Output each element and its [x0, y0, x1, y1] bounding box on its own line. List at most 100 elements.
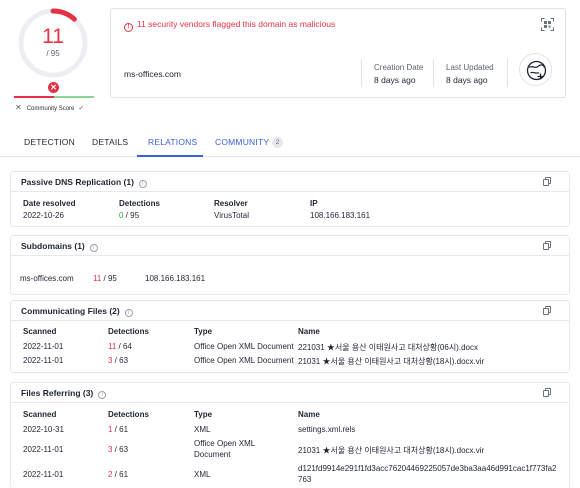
domain-icon — [519, 53, 552, 86]
column-header: Name — [298, 410, 320, 419]
section-title-text: Communicating Files (2) — [21, 306, 120, 316]
tab-bar: DETECTION DETAILS RELATIONS COMMUNITY 2 — [0, 131, 580, 157]
file-type: Office Open XML Document — [194, 439, 255, 459]
detections-total: / 95 — [101, 274, 117, 283]
copy-icon[interactable] — [543, 388, 552, 397]
community-score-label: Community Score — [26, 106, 75, 112]
alert-text: 11 security vendors flagged this domain … — [137, 19, 336, 29]
community-score-bad-segment — [14, 96, 54, 98]
qr-code-icon[interactable] — [541, 18, 554, 31]
file-name-link[interactable]: settings.xml.rels — [298, 425, 355, 434]
subdomain-link[interactable]: ms-offices.com — [20, 274, 74, 283]
detections: 2 / 61 — [108, 470, 128, 479]
fingerprint-icon — [526, 60, 547, 81]
detections-total: / 61 — [112, 425, 129, 434]
domain-name: ms-offices.com — [124, 69, 181, 79]
column-header: Detections — [108, 410, 149, 419]
subdomains-section: Subdomains (1) i ms-offices.com 11 / 95 1… — [10, 235, 570, 295]
section-header: Passive DNS Replication (1) i — [11, 172, 569, 192]
copy-icon[interactable] — [543, 306, 552, 315]
info-icon[interactable]: i — [89, 244, 98, 252]
divider — [433, 59, 434, 87]
community-score-bar — [14, 96, 94, 98]
column-header: IP — [310, 199, 318, 208]
passive-dns-section: Passive DNS Replication (1) i Date resolv… — [10, 171, 570, 227]
section-header: Communicating Files (2) i — [11, 301, 569, 321]
column-header: Resolver — [214, 199, 248, 208]
section-title-text: Subdomains (1) — [21, 241, 85, 251]
detections: 3 / 63 — [108, 445, 128, 454]
tab-community[interactable]: COMMUNITY 2 — [215, 137, 284, 148]
section-title: Communicating Files (2) i — [21, 306, 133, 317]
info-icon[interactable]: i — [98, 391, 107, 399]
creation-date-label: Creation Date — [374, 63, 424, 72]
scanned-date: 2022-10-31 — [23, 425, 64, 434]
tab-community-label: COMMUNITY — [215, 137, 270, 147]
info-icon[interactable]: i — [124, 309, 133, 317]
scanned-date: 2022-11-01 — [23, 470, 64, 479]
detections: 11 / 64 — [108, 342, 132, 351]
detections-total: / 61 — [112, 470, 129, 479]
scanned-date: 2022-11-01 — [23, 342, 64, 351]
column-header: Date resolved — [23, 199, 76, 208]
section-header: Subdomains (1) i — [11, 236, 569, 256]
file-name-link[interactable]: d121fd9914e291f1fd3acc76204469225057de3b… — [298, 463, 560, 485]
column-header: Type — [194, 410, 213, 419]
detections-total: / 95 — [123, 211, 140, 220]
detections: 1 / 61 — [108, 425, 128, 434]
section-title: Passive DNS Replication (1) i — [21, 177, 147, 188]
section-header: Files Referring (3) i — [11, 383, 569, 403]
detections-total: / 63 — [112, 356, 129, 365]
community-count-badge: 2 — [272, 137, 284, 148]
section-title-text: Files Referring (3) — [21, 388, 94, 398]
creation-date-value: 8 days ago — [374, 75, 416, 85]
files-referring-section: Files Referring (3) i Scanned Detections … — [10, 382, 570, 488]
column-header: Detections — [108, 327, 149, 336]
detections-total: / 64 — [116, 342, 132, 351]
ip-link[interactable]: 108.166.183.161 — [310, 211, 370, 220]
copy-icon[interactable] — [543, 177, 552, 186]
active-tab-indicator — [137, 155, 203, 157]
close-icon[interactable]: ✕ — [15, 103, 22, 112]
last-updated-label: Last Updated — [446, 63, 494, 72]
community-score-marker-icon: ✕ — [48, 82, 59, 93]
info-icon[interactable]: i — [138, 180, 147, 188]
malicious-alert: ! 11 security vendors flagged this domain… — [124, 19, 335, 32]
resolver: VirusTotal — [214, 211, 249, 220]
column-header: Detections — [119, 199, 160, 208]
tab-relations[interactable]: RELATIONS — [148, 137, 197, 147]
check-icon[interactable]: ✓ — [78, 105, 84, 112]
tab-detection[interactable]: DETECTION — [24, 137, 75, 147]
detections-total: / 63 — [112, 445, 129, 454]
tab-details[interactable]: DETAILS — [92, 137, 128, 147]
ip-link[interactable]: 108.166.183.161 — [145, 274, 205, 283]
detections: 0 / 95 — [119, 211, 139, 220]
column-header: Scanned — [23, 327, 57, 336]
detection-score-gauge: 11 / 95 — [16, 6, 90, 80]
file-name-link[interactable]: 21031 ★서울 용산 이태원사고 대처상황(18시).docx.vir — [298, 356, 484, 367]
detections: 3 / 63 — [108, 356, 128, 365]
file-type: Office Open XML Document — [194, 342, 294, 351]
scanned-date: 2022-11-01 — [23, 356, 64, 365]
divider — [507, 59, 508, 87]
file-type: Office Open XML Document — [194, 356, 294, 365]
copy-icon[interactable] — [543, 241, 552, 250]
file-type: XML — [194, 470, 211, 479]
file-name-link[interactable]: 21031 ★서울 용산 이태원사고 대처상황(18시).docx.vir — [298, 445, 484, 456]
column-header: Name — [298, 327, 320, 336]
alert-icon: ! — [124, 23, 133, 32]
section-title: Subdomains (1) i — [21, 241, 98, 252]
engines-total: / 95 — [46, 49, 60, 58]
summary-card: ! 11 security vendors flagged this domain… — [110, 8, 566, 98]
section-title-text: Passive DNS Replication (1) — [21, 177, 134, 187]
last-updated-value: 8 days ago — [446, 75, 488, 85]
column-header: Type — [194, 327, 213, 336]
divider — [361, 59, 362, 87]
scanned-date: 2022-11-01 — [23, 445, 64, 454]
file-name-link[interactable]: 221031 ★서울 용산 이태원사고 대처상황(06시).docx — [298, 342, 478, 353]
column-header: Scanned — [23, 410, 57, 419]
positives-count: 11 — [42, 25, 64, 48]
file-type: XML — [194, 425, 211, 434]
section-title: Files Referring (3) i — [21, 388, 107, 399]
communicating-files-section: Communicating Files (2) i Scanned Detecti… — [10, 300, 570, 373]
